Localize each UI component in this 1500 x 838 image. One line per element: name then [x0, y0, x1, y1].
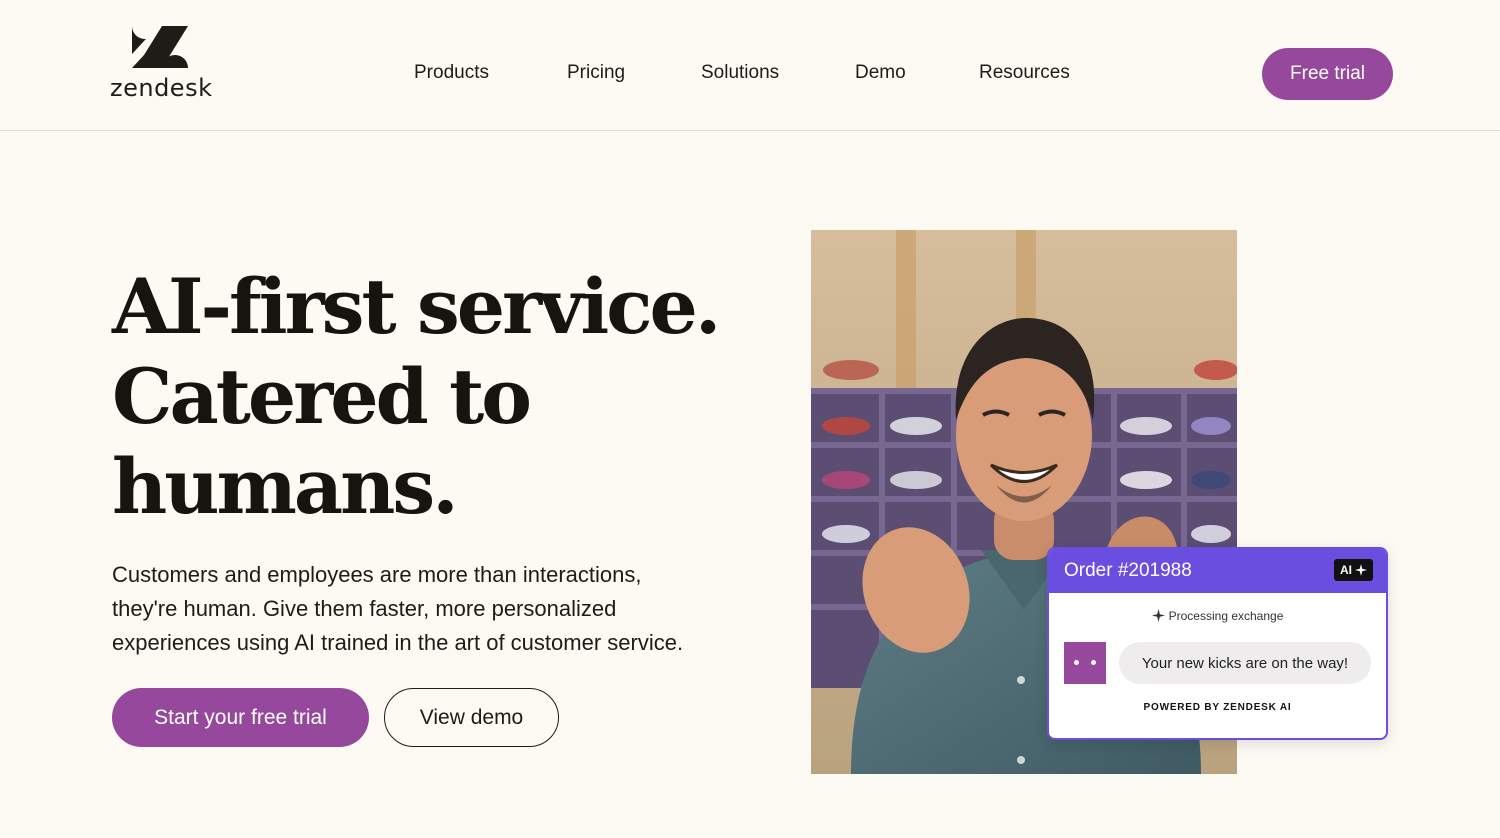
headline-line-1: AI-first service. [112, 262, 721, 351]
bot-message: Your new kicks are on the way! [1119, 642, 1371, 684]
order-card-header: Order #201988 AI [1049, 549, 1386, 593]
nav-products[interactable]: Products [414, 62, 489, 84]
subcopy-line-2: they're human. Give them faster, more pe… [112, 596, 617, 621]
sparkle-icon [1355, 564, 1367, 576]
hero-subcopy: Customers and employees are more than in… [112, 558, 752, 660]
processing-status: Processing exchange [1049, 609, 1386, 623]
nav-solutions[interactable]: Solutions [701, 62, 779, 84]
view-demo-button[interactable]: View demo [384, 688, 559, 747]
start-free-trial-button[interactable]: Start your free trial [112, 688, 369, 747]
nav-resources[interactable]: Resources [979, 62, 1070, 84]
zendesk-logo-icon [132, 26, 188, 68]
zendesk-logo[interactable]: zendesk [110, 24, 220, 104]
nav-demo[interactable]: Demo [855, 62, 906, 84]
sparkle-icon [1151, 609, 1165, 622]
free-trial-button[interactable]: Free trial [1262, 48, 1393, 100]
subcopy-line-3: experiences using AI trained in the art … [112, 630, 684, 655]
logo-wordmark: zendesk [110, 74, 213, 102]
order-card: Order #201988 AI Processing exchange You… [1047, 547, 1388, 740]
headline-line-3: humans. [112, 442, 459, 531]
powered-by-label: POWERED BY ZENDESK AI [1143, 702, 1292, 713]
nav-pricing[interactable]: Pricing [567, 62, 625, 84]
order-title: Order #201988 [1064, 560, 1192, 581]
processing-label: Processing exchange [1168, 609, 1284, 623]
site-header: zendesk Products Pricing Solutions Demo … [0, 0, 1500, 131]
bot-avatar-icon [1064, 642, 1106, 684]
headline-line-2: Catered to [112, 352, 532, 441]
ai-badge: AI [1334, 559, 1373, 581]
hero-headline: AI-first service. Catered to humans. [112, 262, 721, 532]
ai-badge-label: AI [1340, 563, 1352, 577]
subcopy-line-1: Customers and employees are more than in… [112, 562, 642, 587]
